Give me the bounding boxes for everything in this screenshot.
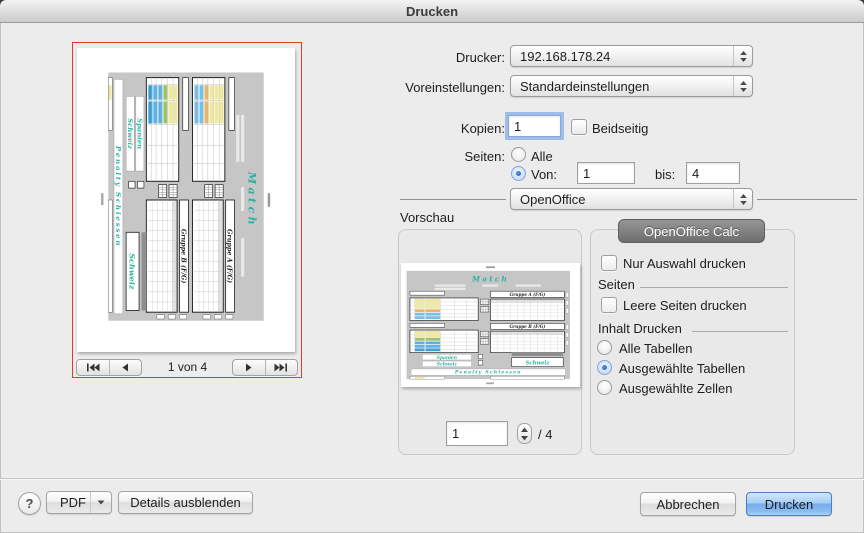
help-button[interactable]: ? bbox=[18, 492, 41, 515]
pages-all-label[interactable]: Alle bbox=[531, 149, 553, 164]
next-page-icon bbox=[244, 363, 254, 372]
preview-page-input[interactable]: 1 bbox=[446, 421, 508, 446]
last-page-button[interactable] bbox=[265, 360, 298, 375]
window-titlebar: Drucken bbox=[0, 0, 864, 23]
app-popup-divider-right bbox=[757, 199, 857, 200]
thumbnail-nav-forward-group bbox=[232, 359, 298, 376]
svg-text:Schweiz: Schweiz bbox=[127, 253, 136, 290]
printer-value: 192.168.178.24 bbox=[520, 49, 610, 64]
print-selection-only-label[interactable]: Nur Auswahl drucken bbox=[623, 256, 746, 271]
pages-from-label[interactable]: Von: bbox=[531, 167, 557, 182]
selected-cells-radio[interactable] bbox=[597, 380, 612, 395]
pages-section-divider bbox=[640, 287, 788, 288]
svg-text:Schweiz: Schweiz bbox=[437, 362, 458, 368]
pdf-menu-button[interactable]: PDF bbox=[46, 491, 112, 514]
copies-label: Kopien: bbox=[461, 121, 505, 136]
pages-from-value: 1 bbox=[583, 166, 590, 181]
pages-to-value: 4 bbox=[692, 166, 699, 181]
presets-label: Voreinstellungen: bbox=[405, 80, 505, 95]
selected-sheets-label[interactable]: Ausgewählte Tabellen bbox=[619, 361, 745, 376]
thumbnail-nav-back-group bbox=[76, 359, 142, 376]
footer-divider bbox=[0, 478, 864, 479]
preview-page: Match Gruppe A (F/G) bbox=[401, 263, 580, 387]
all-sheets-label[interactable]: Alle Tabellen bbox=[619, 341, 692, 356]
previous-page-icon bbox=[120, 363, 130, 372]
hide-details-button[interactable]: Details ausblenden bbox=[118, 491, 253, 514]
print-button-label: Drucken bbox=[765, 497, 813, 512]
previous-page-button[interactable] bbox=[109, 360, 142, 375]
stepper-arrows-icon bbox=[520, 427, 529, 441]
two-sided-label[interactable]: Beidseitig bbox=[592, 121, 648, 136]
svg-text:Gruppe B (F/G): Gruppe B (F/G) bbox=[509, 324, 545, 329]
next-page-button[interactable] bbox=[233, 360, 265, 375]
chevron-up-down-icon bbox=[733, 76, 752, 96]
pages-to-label: bis: bbox=[655, 167, 675, 182]
document-page-thumbnail: Match Gruppe A (F/G) bbox=[77, 48, 295, 352]
pages-all-radio[interactable] bbox=[511, 147, 526, 162]
print-button[interactable]: Drucken bbox=[746, 492, 832, 516]
print-empty-pages-checkbox[interactable] bbox=[601, 297, 617, 313]
print-selection-only-checkbox[interactable] bbox=[601, 255, 617, 271]
cancel-button-label: Abbrechen bbox=[657, 497, 720, 512]
printer-label: Drucker: bbox=[456, 50, 505, 65]
sheet-graphic: Match Gruppe A (F/G) bbox=[401, 263, 580, 387]
app-section-value: OpenOffice bbox=[520, 192, 586, 207]
first-page-icon bbox=[86, 363, 100, 372]
copies-value: 1 bbox=[514, 119, 521, 134]
thumbnail-selection-box: Match Gruppe A (F/G) bbox=[72, 42, 302, 378]
svg-text:Schweiz: Schweiz bbox=[526, 360, 551, 366]
print-dialog: Drucken Match Gruppe A (F/G) bbox=[0, 0, 864, 533]
dialog-title: Drucken bbox=[406, 4, 458, 19]
cancel-button[interactable]: Abbrechen bbox=[640, 492, 736, 516]
svg-text:Gruppe A (F/G): Gruppe A (F/G) bbox=[510, 292, 546, 297]
pages-label: Seiten: bbox=[465, 149, 505, 164]
svg-text:Match: Match bbox=[471, 275, 509, 284]
chevron-up-down-icon bbox=[733, 46, 752, 66]
content-section-divider bbox=[692, 331, 788, 332]
first-page-button[interactable] bbox=[77, 360, 109, 375]
svg-text:Gruppe B (F/G): Gruppe B (F/G) bbox=[180, 229, 187, 284]
svg-text:Match: Match bbox=[245, 171, 258, 228]
printer-popup[interactable]: 192.168.178.24 bbox=[510, 45, 753, 67]
content-section-label: Inhalt Drucken bbox=[598, 321, 682, 336]
chevron-up-down-icon bbox=[733, 189, 752, 209]
presets-value: Standardeinstellungen bbox=[520, 79, 649, 94]
pages-to-input[interactable]: 4 bbox=[686, 162, 740, 184]
pages-range-radio[interactable] bbox=[511, 166, 526, 181]
print-empty-pages-label[interactable]: Leere Seiten drucken bbox=[623, 298, 747, 313]
selected-sheets-radio[interactable] bbox=[597, 360, 612, 375]
rotated-sheet: Match Gruppe A (F/G) bbox=[97, 64, 275, 336]
app-section-popup[interactable]: OpenOffice bbox=[510, 188, 753, 210]
help-icon: ? bbox=[26, 496, 34, 511]
copies-input[interactable]: 1 bbox=[508, 115, 561, 137]
svg-text:Penalty Schiessen: Penalty Schiessen bbox=[114, 145, 123, 248]
preview-panel-label: Vorschau bbox=[400, 210, 454, 225]
sheet-graphic: Match Gruppe A (F/G) bbox=[97, 64, 275, 336]
two-sided-checkbox[interactable] bbox=[571, 119, 587, 135]
selected-cells-label[interactable]: Ausgewählte Zellen bbox=[619, 381, 732, 396]
svg-text:Spanien: Spanien bbox=[437, 355, 457, 361]
svg-text:Spanien: Spanien bbox=[136, 118, 144, 149]
svg-text:Gruppe A (F/G): Gruppe A (F/G) bbox=[226, 229, 233, 283]
pages-section-label: Seiten bbox=[598, 277, 635, 292]
pdf-button-label: PDF bbox=[60, 495, 86, 510]
dropdown-arrow-icon bbox=[90, 492, 111, 513]
preview-page-total: / 4 bbox=[538, 427, 552, 442]
pages-from-input[interactable]: 1 bbox=[577, 162, 635, 184]
presets-popup[interactable]: Standardeinstellungen bbox=[510, 75, 753, 97]
preview-page-value: 1 bbox=[452, 426, 459, 441]
thumbnail-page-indicator: 1 von 4 bbox=[145, 360, 230, 374]
hide-details-label: Details ausblenden bbox=[130, 495, 241, 510]
calc-panel-title: OpenOffice Calc bbox=[644, 224, 739, 239]
svg-text:Penalty Schiessen: Penalty Schiessen bbox=[454, 370, 522, 376]
app-popup-divider-left bbox=[400, 199, 506, 200]
last-page-icon bbox=[274, 363, 288, 372]
all-sheets-radio[interactable] bbox=[597, 340, 612, 355]
calc-panel-tab: OpenOffice Calc bbox=[618, 219, 765, 243]
preview-panel: Match Gruppe A (F/G) bbox=[398, 229, 582, 455]
svg-text:Schweiz: Schweiz bbox=[126, 118, 134, 149]
preview-page-stepper[interactable] bbox=[517, 423, 532, 444]
